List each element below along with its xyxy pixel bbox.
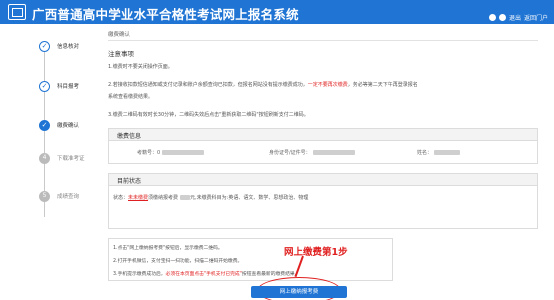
redacted-value	[162, 150, 205, 155]
student-name: 姓名：	[417, 149, 461, 156]
step-done-icon	[39, 80, 50, 92]
notice-text: ，务必等第二天下午再登录报名	[347, 82, 418, 88]
notice-line: 3.缴费二维码有效时长30分钟，二维码失效后点击"重新获取二维码"按钮刷新支付二…	[108, 112, 309, 118]
main-content: 缴费确认 注意事项 1.缴费时不要关闭操作页面。 2.若接收扣款短信通知或支付记…	[108, 28, 538, 300]
top-header: 广西普通高中学业水平合格性考试网上报名系统 退出 返回门户	[0, 0, 554, 24]
step-info-check[interactable]: 信息核对	[39, 40, 79, 52]
instruction-line: 2.打开手机微信，支付宝扫一扫功能，扫描二维码开始缴费。	[113, 259, 243, 264]
step-done-icon	[39, 40, 50, 52]
payment-instructions: 1.点击"网上缴纳报考费"按钮后，显示缴费二维码。 2.打开手机微信，支付宝扫一…	[108, 238, 393, 281]
user-icon[interactable]	[488, 14, 496, 21]
pay-online-button[interactable]: 网上缴纳报考费	[251, 286, 347, 298]
info-row: 考籍号：0 身份证号/证件号： 姓名：	[109, 141, 537, 163]
instruction-warning: 必须在本页面点击"手机支付已完成"	[165, 272, 242, 277]
step-label: 缴费确认	[57, 123, 80, 129]
step-label: 信息核对	[57, 44, 80, 50]
id-number: 身份证号/证件号：	[269, 149, 355, 156]
exit-link[interactable]: 退出	[509, 13, 521, 22]
instruction-line: 1.点击"网上缴纳报考费"按钮后，显示缴费二维码。	[113, 246, 223, 251]
step-subject-register[interactable]: 科目报考	[39, 80, 79, 92]
logout-icon[interactable]	[498, 14, 506, 21]
status-text: 状态：未未缴费须缴纳报考费 元,未缴费科目为:英语、语文、数学、思想政治、物理	[113, 195, 309, 201]
step-payment-confirm[interactable]: 缴费确认	[39, 119, 79, 131]
step-label: 科目报考	[57, 84, 80, 90]
step-download-ticket[interactable]: 4 下载准考证	[39, 152, 85, 164]
app-logo-icon	[8, 4, 26, 20]
redacted-value	[312, 150, 355, 155]
status-unpaid: 未未缴费	[128, 195, 149, 201]
panel-heading: 缴费信息	[109, 129, 537, 141]
notice-line: 1.缴费时不要关闭操作页面。	[108, 64, 173, 70]
redacted-value	[180, 195, 191, 200]
step-score-query[interactable]: 5 成绩查询	[39, 190, 79, 202]
page-title: 缴费确认	[108, 32, 131, 38]
progress-steps: 信息核对 科目报考 缴费确认 4 下载准考证 5 成绩查询	[0, 24, 100, 300]
instruction-line: 3.手机提示缴费成功后，必须在本页面点击"手机支付已完成"按钮查看最新的缴费结果…	[113, 272, 300, 277]
step-label: 成绩查询	[57, 194, 80, 200]
notice-line: 系统查看缴费结果。	[108, 94, 154, 100]
step-label: 下载准考证	[57, 156, 85, 162]
app-title: 广西普通高中学业水平合格性考试网上报名系统	[32, 7, 299, 22]
step-current-icon	[39, 119, 50, 131]
annotation-label: 网上缴费第1步	[284, 247, 348, 258]
home-link[interactable]: 返回门户	[524, 13, 548, 22]
exam-number: 考籍号：0	[137, 149, 205, 156]
notice-heading: 注意事项	[108, 50, 134, 58]
divider	[108, 40, 538, 41]
payment-info-panel: 缴费信息 考籍号：0 身份证号/证件号： 姓名：	[108, 128, 538, 164]
notice-text: 2.若接收扣款短信通知或支付记录和账户余额查询已扣款，但报名网站没有提示缴费成功…	[108, 82, 308, 88]
notice-warning: 一定不要再次缴费	[307, 82, 348, 88]
status-panel: 目前状态 状态：未未缴费须缴纳报考费 元,未缴费科目为:英语、语文、数学、思想政治…	[108, 173, 538, 229]
notice-line: 2.若接收扣款短信通知或支付记录和账户余额查询已扣款，但报名网站没有提示缴费成功…	[108, 81, 418, 88]
panel-heading: 目前状态	[109, 174, 537, 186]
redacted-value	[434, 150, 461, 155]
step-number-icon: 4	[39, 152, 50, 164]
step-number-icon: 5	[39, 190, 50, 202]
header-actions: 退出 返回门户	[488, 13, 548, 22]
